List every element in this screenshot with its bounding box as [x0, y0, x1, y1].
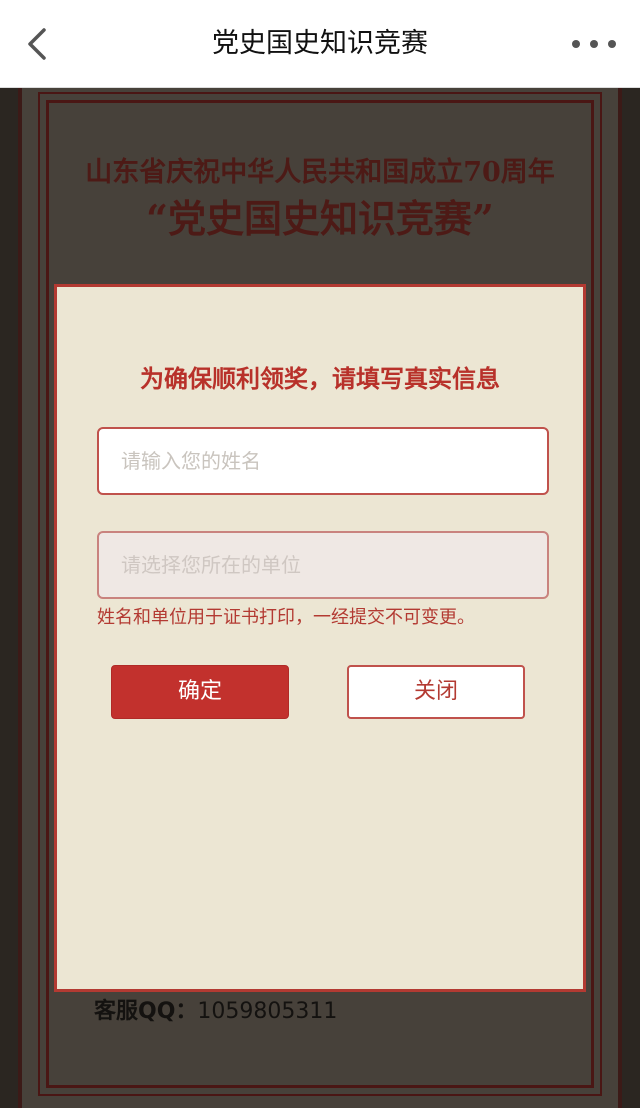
chevron-left-icon: [28, 28, 46, 60]
service-qq: 客服QQ：1059805311: [94, 993, 337, 1025]
unit-select-placeholder: 请选择您所在的单位: [121, 553, 301, 577]
confirm-button[interactable]: 确定: [111, 665, 289, 719]
close-button[interactable]: 关闭: [347, 665, 525, 719]
more-dots-icon: [608, 40, 616, 48]
more-dots-icon: [590, 40, 598, 48]
more-dots-icon: [572, 40, 580, 48]
name-input[interactable]: [97, 427, 549, 495]
back-button[interactable]: [20, 26, 54, 62]
hint-text: 姓名和单位用于证书打印，一经提交不可变更。: [97, 607, 475, 628]
page-title: 党史国史知识竞赛: [212, 28, 428, 59]
modal-heading: 为确保顺利领奖，请填写真实信息: [140, 365, 500, 393]
unit-select[interactable]: 请选择您所在的单位: [97, 531, 549, 599]
navbar: 党史国史知识竞赛: [0, 0, 640, 88]
more-button[interactable]: [572, 30, 616, 58]
service-qq-number: 1059805311: [197, 999, 338, 1024]
info-modal: 为确保顺利领奖，请填写真实信息 请选择您所在的单位 姓名和单位用于证书打印，一经…: [54, 284, 586, 992]
contest-title: “党史国史知识竞赛”: [146, 196, 494, 241]
service-qq-label: 客服QQ：: [94, 999, 198, 1024]
contest-subtitle: 山东省庆祝中华人民共和国成立70周年: [85, 157, 555, 188]
